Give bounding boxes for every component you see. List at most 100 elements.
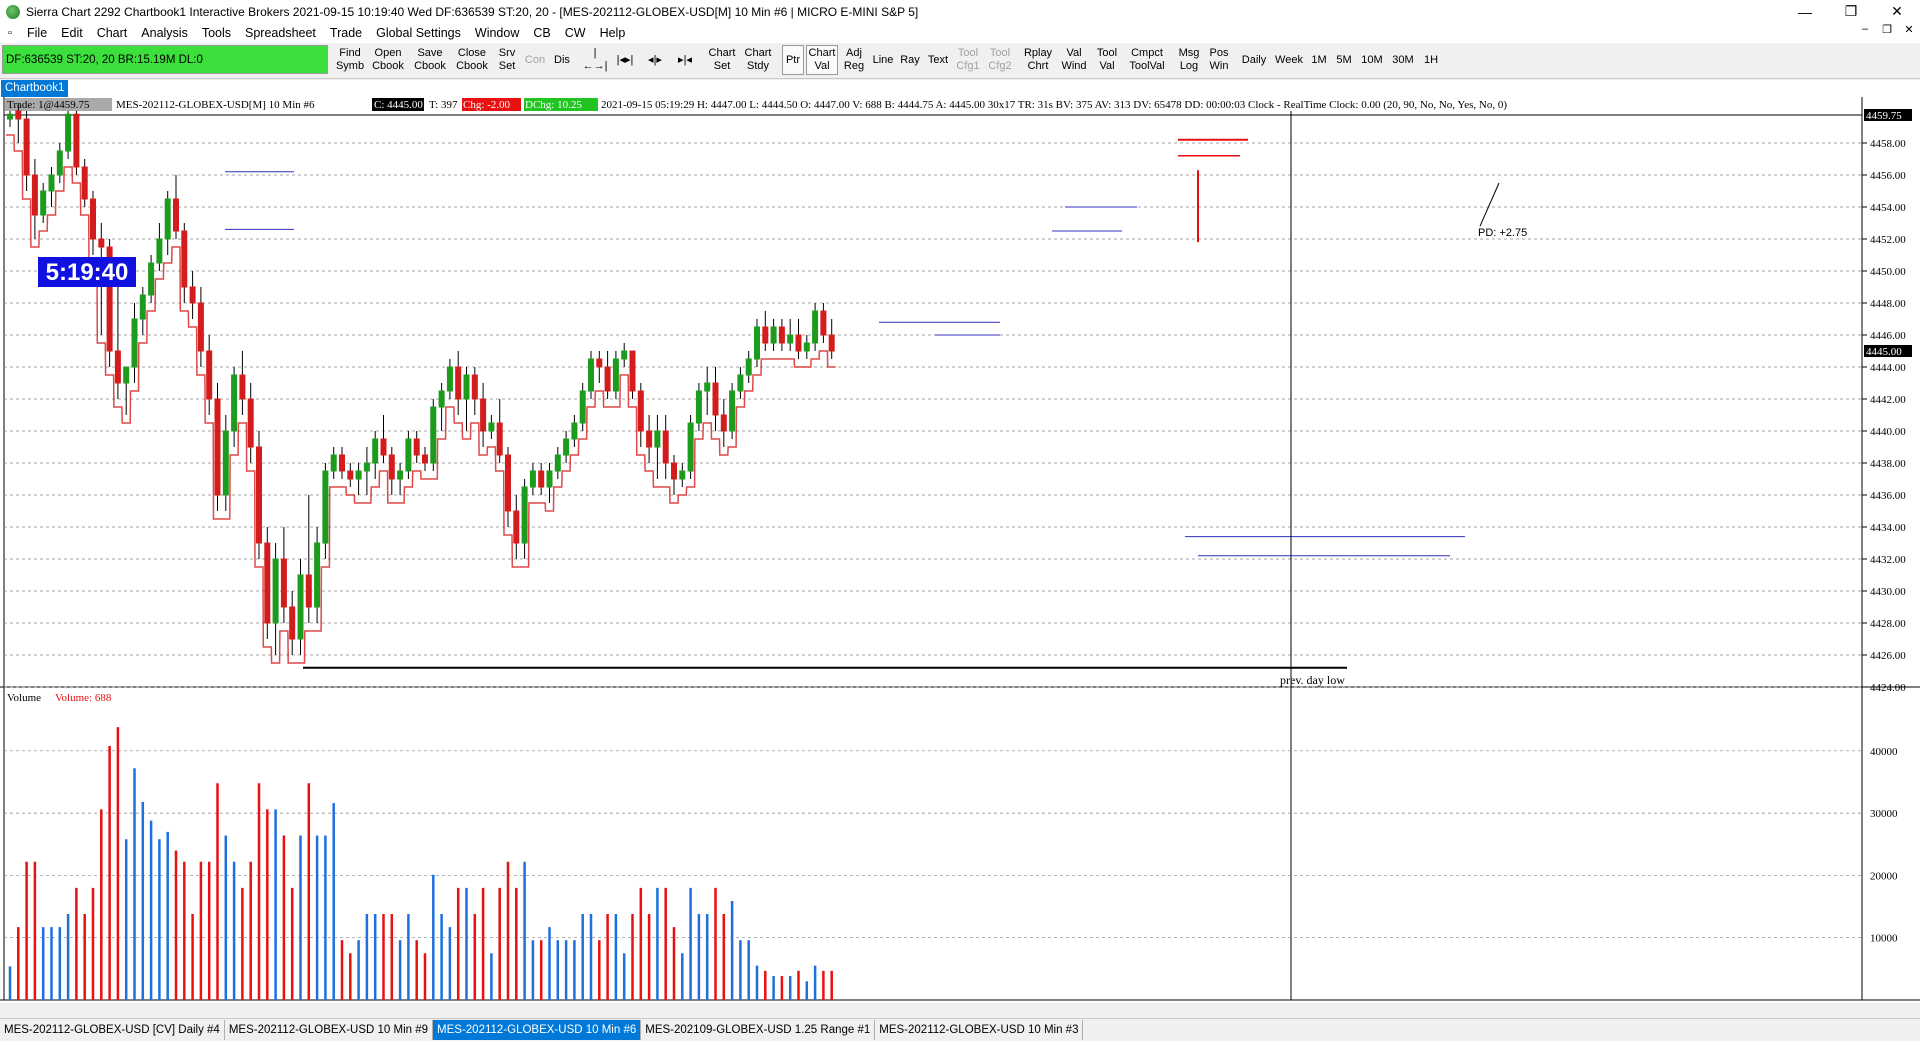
menu-edit[interactable]: Edit (54, 26, 90, 40)
chart-tab-3[interactable]: MES-202112-GLOBEX-USD 10 Min #6 (433, 1020, 642, 1040)
mdi-close-button[interactable]: ✕ (1898, 23, 1920, 36)
candle-body (745, 358, 752, 376)
candle-body (704, 382, 711, 392)
chart-area[interactable]: Trade: 1@4459.75 MES-202112-GLOBEX-USD[M]… (0, 97, 1920, 1003)
candle-body (330, 454, 337, 472)
candle-body (612, 358, 619, 392)
toolbar-rplay-chrt-button[interactable]: Rplay Chrt (1021, 45, 1055, 75)
candle-body (40, 190, 47, 216)
price-tick-label: 4436.00 (1870, 490, 1906, 502)
window-title: Sierra Chart 2292 Chartbook1 Interactive… (26, 4, 919, 19)
horizontal-scrollbar[interactable] (0, 1004, 1920, 1017)
toolbar-1m-button[interactable]: 1M (1308, 45, 1330, 75)
toolbar-val-wind-button[interactable]: Val Wind (1058, 45, 1090, 75)
candle-body (247, 398, 254, 448)
toolbar-tool-cfg1-button[interactable]: Tool Cfg1 (953, 45, 983, 75)
toolbar-5m-button[interactable]: 5M (1333, 45, 1355, 75)
candle-body (430, 406, 437, 464)
mdi-restore-button[interactable]: ❐ (1876, 23, 1898, 36)
candle-body (546, 470, 553, 488)
candle-body (579, 390, 586, 424)
menu-file[interactable]: File (20, 26, 54, 40)
volume-tick-label: 30000 (1870, 808, 1898, 820)
toolbar-chart-val-button[interactable]: Chart Val (806, 45, 838, 75)
clock-display: 5:19:40 (46, 259, 129, 286)
candle-body (422, 454, 428, 464)
candle-body (380, 438, 387, 456)
toolbar-1h-button[interactable]: 1H (1420, 45, 1442, 75)
price-tick-label: 4442.00 (1870, 394, 1906, 406)
minimize-button[interactable]: — (1782, 0, 1828, 23)
toolbar-ptr-button[interactable]: Ptr (782, 45, 804, 75)
toolbar-ray-button[interactable]: Ray (898, 45, 922, 75)
candle-body (563, 438, 570, 456)
menu-analysis[interactable]: Analysis (134, 26, 195, 40)
chart-tab-4[interactable]: MES-202109-GLOBEX-USD 1.25 Range #1 (641, 1020, 876, 1040)
toolbar-chart-set-button[interactable]: Chart Set (706, 45, 738, 75)
toolbar-week-button[interactable]: Week (1273, 45, 1305, 75)
menu-chart[interactable]: Chart (90, 26, 135, 40)
mdi-window-controls: – ❐ ✕ (1854, 23, 1920, 36)
toolbar-find-symb-button[interactable]: Find Symb (335, 45, 365, 75)
toolbar-open-cbook-button[interactable]: Open Cbook (369, 45, 407, 75)
price-tick-label: 4434.00 (1870, 522, 1906, 534)
mdi-minimize-button[interactable]: – (1854, 23, 1876, 36)
toolbar-pos-win-button[interactable]: Pos Win (1206, 45, 1232, 75)
toolbar--button[interactable]: ▸|◂ (672, 45, 698, 75)
candle-body (23, 118, 30, 176)
toolbar-srv-set-button[interactable]: Srv Set (495, 45, 519, 75)
menu-tools[interactable]: Tools (195, 26, 238, 40)
chart-svg[interactable]: Trade: 1@4459.75 MES-202112-GLOBEX-USD[M]… (0, 97, 1920, 1003)
menu-window[interactable]: Window (468, 26, 526, 40)
chartbook-tab[interactable]: Chartbook1 (1, 80, 69, 97)
chart-tab-2[interactable]: MES-202112-GLOBEX-USD 10 Min #9 (225, 1020, 434, 1040)
toolbar-con-button[interactable]: Con (523, 45, 547, 75)
account-status-bar[interactable]: DF:636539 ST:20, 20 BR:15.19M DL:0 (2, 45, 328, 74)
toolbar-dis-button[interactable]: Dis (551, 45, 573, 75)
candle-body (505, 454, 511, 512)
close-button[interactable]: ✕ (1874, 0, 1920, 23)
candle-body (222, 430, 229, 496)
candle-body (446, 366, 453, 392)
candle-body (65, 113, 72, 152)
last-trade-price-label: 4459.75 (1866, 110, 1902, 122)
candle-body (289, 606, 296, 640)
toolbar-line-button[interactable]: Line (870, 45, 896, 75)
menu-trade[interactable]: Trade (323, 26, 369, 40)
system-menu-icon[interactable]: ▫ (0, 27, 20, 39)
toolbar-msg-log-button[interactable]: Msg Log (1175, 45, 1203, 75)
menu-cb[interactable]: CB (526, 26, 557, 40)
toolbar-text-button[interactable]: Text (924, 45, 952, 75)
toolbar-30m-button[interactable]: 30M (1389, 45, 1417, 75)
toolbar-close-cbook-button[interactable]: Close Cbook (453, 45, 491, 75)
candle-body (488, 422, 495, 432)
menu-cw[interactable]: CW (558, 26, 593, 40)
toolbar-10m-button[interactable]: 10M (1358, 45, 1386, 75)
toolbar-tool-cfg2-button[interactable]: Tool Cfg2 (985, 45, 1015, 75)
price-tick-label: 4426.00 (1870, 650, 1906, 662)
toolbar--button[interactable]: |◂▸| (612, 45, 638, 75)
chart-tab-1[interactable]: MES-202112-GLOBEX-USD [CV] Daily #4 (0, 1020, 225, 1040)
restore-button[interactable]: ❐ (1828, 0, 1874, 23)
toolbar-save-cbook-button[interactable]: Save Cbook (411, 45, 449, 75)
chart-tab-5[interactable]: MES-202112-GLOBEX-USD 10 Min #3 (875, 1020, 1084, 1040)
toolbar-chart-stdy-button[interactable]: Chart Stdy (742, 45, 774, 75)
toolbar-adj-reg-button[interactable]: Adj Reg (841, 45, 867, 75)
candle-body (164, 198, 171, 240)
toolbar-cmpct-toolval-button[interactable]: Cmpct ToolVal (1125, 45, 1169, 75)
toolbar-tool-val-button[interactable]: Tool Val (1093, 45, 1121, 75)
toolbar--button[interactable]: ◂|▸ (642, 45, 668, 75)
menu-spreadsheet[interactable]: Spreadsheet (238, 26, 323, 40)
menu-global-settings[interactable]: Global Settings (369, 26, 468, 40)
menu-help[interactable]: Help (593, 26, 633, 40)
volume-label: Volume (7, 692, 41, 704)
candle-body (280, 558, 287, 608)
toolbar--button[interactable]: |←→| (582, 45, 608, 75)
header-tickcount: T: 397 (429, 99, 458, 111)
price-tick-label: 4456.00 (1870, 170, 1906, 182)
candle-body (81, 166, 88, 200)
toolbar-daily-button[interactable]: Daily (1238, 45, 1270, 75)
candle-body (687, 422, 694, 472)
candle-body (173, 198, 179, 232)
candle-body (803, 342, 810, 352)
